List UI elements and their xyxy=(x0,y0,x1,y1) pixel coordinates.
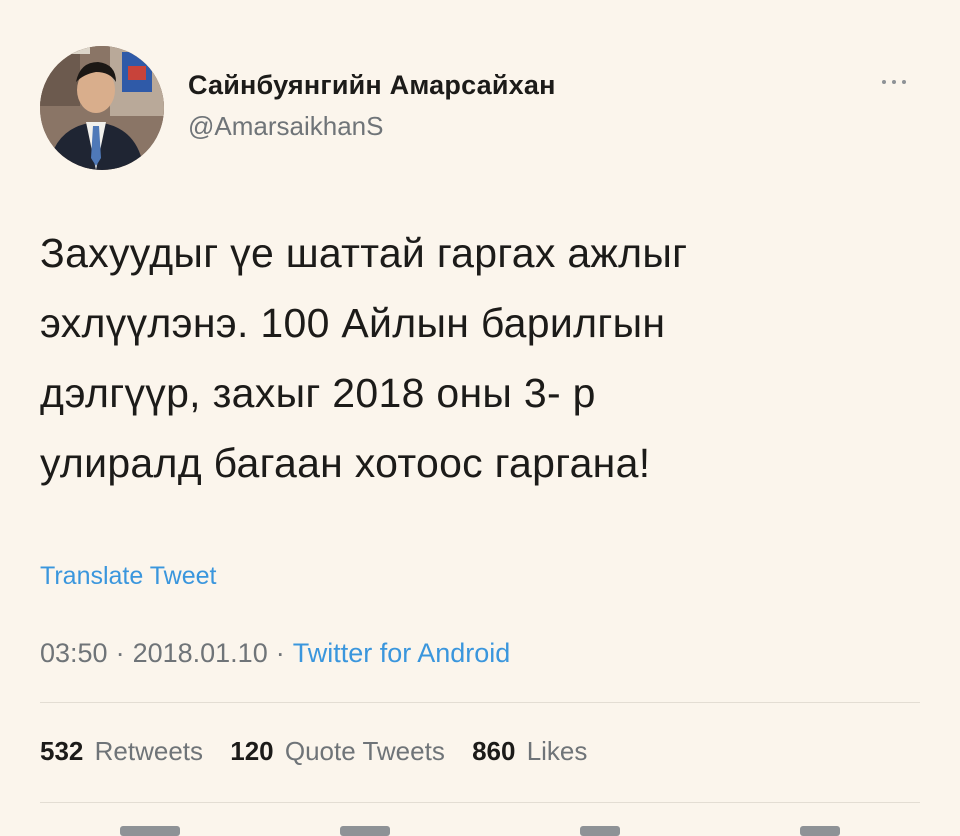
tweet-source-link[interactable]: Twitter for Android xyxy=(293,638,511,668)
quote-tweets-count: 120 xyxy=(230,736,274,766)
like-icon[interactable] xyxy=(580,826,620,836)
divider xyxy=(40,702,920,703)
meta-separator: · xyxy=(115,638,125,668)
user-handle[interactable]: @AmarsaikhanS xyxy=(188,111,383,142)
divider xyxy=(40,802,920,803)
quote-tweets-stat[interactable]: 120 Quote Tweets xyxy=(230,736,445,766)
meta-separator: · xyxy=(275,638,285,668)
quote-tweets-label: Quote Tweets xyxy=(284,736,445,766)
tweet-time[interactable]: 03:50 xyxy=(40,638,108,668)
retweets-label: Retweets xyxy=(94,736,204,766)
share-icon[interactable] xyxy=(800,826,840,836)
retweets-stat[interactable]: 532 Retweets xyxy=(40,736,203,766)
tweet-text: Захуудыг үе шаттай гаргах ажлыг эхлүүлэн… xyxy=(40,230,688,486)
avatar[interactable] xyxy=(40,46,164,170)
reply-icon[interactable] xyxy=(120,826,180,836)
more-options-icon[interactable] xyxy=(872,70,916,94)
tweet-card: Сайнбуянгийн Амарсайхан @AmarsaikhanS За… xyxy=(0,0,960,836)
display-name[interactable]: Сайнбуянгийн Амарсайхан xyxy=(188,70,556,101)
tweet-metadata: 03:50 · 2018.01.10 · Twitter for Android xyxy=(40,638,510,669)
likes-label: Likes xyxy=(526,736,588,766)
tweet-date[interactable]: 2018.01.10 xyxy=(133,638,268,668)
retweet-icon[interactable] xyxy=(340,826,390,836)
likes-stat[interactable]: 860 Likes xyxy=(472,736,587,766)
likes-count: 860 xyxy=(472,736,516,766)
retweets-count: 532 xyxy=(40,736,84,766)
action-bar xyxy=(40,826,920,836)
avatar-image xyxy=(40,46,164,170)
engagement-stats: 532 Retweets 120 Quote Tweets 860 Likes xyxy=(40,736,607,767)
translate-tweet-link[interactable]: Translate Tweet xyxy=(40,562,216,591)
